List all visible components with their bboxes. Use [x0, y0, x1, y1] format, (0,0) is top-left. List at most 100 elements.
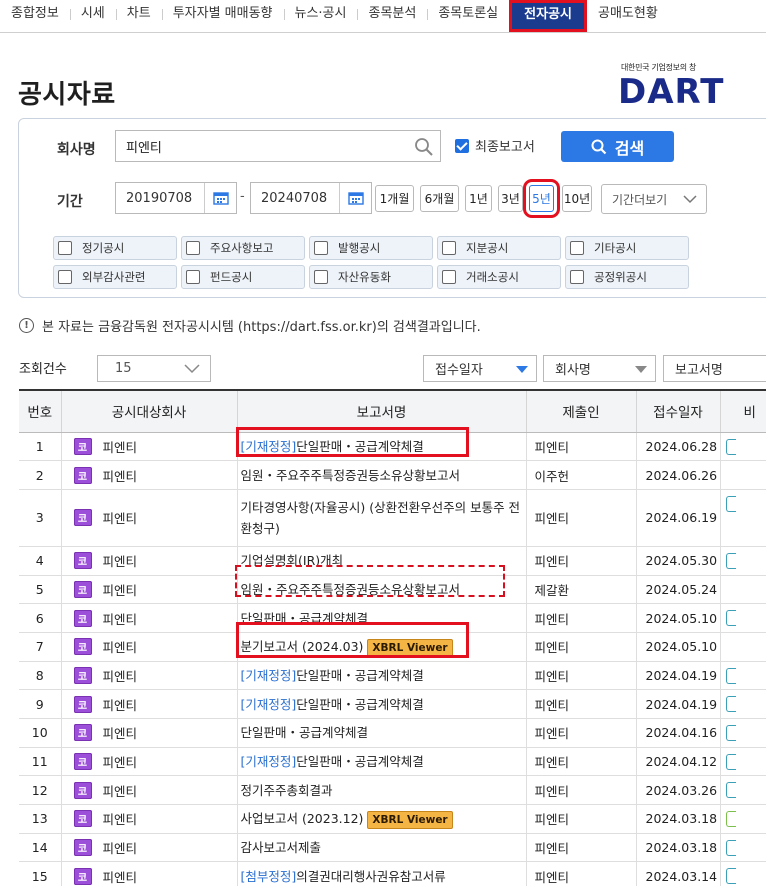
- calendar-icon[interactable]: [204, 183, 236, 213]
- report-name-link[interactable]: 단일판매・공급계약체결: [236, 603, 526, 633]
- disclosure-type-checkbox[interactable]: 주요사항보고: [181, 236, 305, 260]
- company-cell[interactable]: 코 피엔티: [60, 632, 237, 662]
- company-cell[interactable]: 코 피엔티: [60, 861, 237, 886]
- company-cell[interactable]: 코 피엔티: [60, 689, 237, 719]
- checkbox-icon[interactable]: [442, 270, 456, 284]
- start-date-input[interactable]: [116, 183, 204, 213]
- kosdaq-badge-icon: 코: [73, 753, 92, 771]
- company-name-link[interactable]: 피엔티: [103, 784, 138, 799]
- company-name-link[interactable]: 피엔티: [103, 612, 138, 627]
- company-name-link[interactable]: 피엔티: [103, 440, 138, 455]
- top-nav-tab[interactable]: 뉴스·공시: [283, 0, 358, 28]
- latest-report-check-icon[interactable]: [455, 138, 469, 153]
- company-name-link[interactable]: 피엔티: [103, 698, 138, 713]
- search-button[interactable]: 검색: [561, 131, 674, 162]
- period-button[interactable]: 6개월: [420, 185, 459, 212]
- period-button[interactable]: 10년: [562, 185, 592, 212]
- report-name-link[interactable]: [기재정정]단일판매・공급계약체결: [236, 747, 526, 777]
- checkbox-icon[interactable]: [186, 270, 200, 284]
- company-cell[interactable]: 코 피엔티: [60, 489, 237, 547]
- company-name-link[interactable]: 피엔티: [103, 870, 138, 885]
- checkbox-icon[interactable]: [442, 241, 456, 255]
- report-name-link[interactable]: 분기보고서 (2024.03) XBRL Viewer: [236, 632, 526, 662]
- period-button[interactable]: 5년: [523, 179, 560, 218]
- top-nav-tab[interactable]: 종합정보: [0, 0, 70, 28]
- company-cell[interactable]: 코 피엔티: [60, 718, 237, 748]
- top-nav-tab[interactable]: 시세: [69, 0, 116, 28]
- company-name-link[interactable]: 피엔티: [103, 554, 138, 569]
- company-name-link[interactable]: 피엔티: [103, 755, 138, 770]
- company-name-link[interactable]: 피엔티: [103, 726, 138, 741]
- report-name-link[interactable]: [첨부정정]의결권대리행사권유참고서류: [236, 861, 526, 886]
- disclosure-type-checkbox[interactable]: 거래소공시: [437, 265, 561, 289]
- xbrl-viewer-button[interactable]: XBRL Viewer: [367, 810, 453, 829]
- top-nav-tab[interactable]: 종목분석: [357, 0, 427, 28]
- xbrl-viewer-button[interactable]: XBRL Viewer: [367, 638, 453, 657]
- company-cell[interactable]: 코 피엔티: [60, 546, 237, 576]
- disclosure-type-checkbox[interactable]: 정기공시: [53, 236, 177, 260]
- search-icon[interactable]: [414, 137, 434, 161]
- company-name-link[interactable]: 피엔티: [103, 511, 138, 526]
- top-nav-tab[interactable]: 공매도현황: [587, 0, 669, 28]
- company-cell[interactable]: 코 피엔티: [60, 603, 237, 633]
- checkbox-icon[interactable]: [58, 241, 72, 255]
- company-cell[interactable]: 코 피엔티: [60, 833, 237, 863]
- company-name-link[interactable]: 피엔티: [103, 841, 138, 856]
- checkbox-icon[interactable]: [186, 241, 200, 255]
- report-name-link[interactable]: [기재정정]단일판매・공급계약체결: [236, 689, 526, 719]
- disclosure-type-checkbox[interactable]: 지분공시: [437, 236, 561, 260]
- company-name-link[interactable]: 피엔티: [103, 812, 138, 827]
- company-name-link[interactable]: 피엔티: [103, 469, 138, 484]
- count-select[interactable]: 15: [97, 355, 211, 382]
- report-name-link[interactable]: 정기주주총회결과: [236, 775, 526, 806]
- more-period-select[interactable]: 기간더보기: [601, 184, 707, 214]
- company-cell[interactable]: 코 피엔티: [60, 775, 237, 806]
- company-name-input[interactable]: [116, 131, 396, 161]
- company-cell[interactable]: 코 피엔티: [60, 575, 237, 605]
- checkbox-icon[interactable]: [570, 270, 584, 284]
- dart-logo[interactable]: 대한민국 기업정보의 창 DART: [618, 62, 766, 112]
- latest-report-checkbox[interactable]: 최종보고서: [455, 136, 535, 155]
- report-name-link[interactable]: 감사보고서제출: [236, 833, 526, 863]
- checkbox-icon[interactable]: [58, 270, 72, 284]
- table-row: 5 코 피엔티 임원・주요주주특정증권등소유상황보고서 제갈환 2024.05.24: [19, 575, 766, 605]
- row-number: 5: [19, 575, 61, 605]
- company-cell[interactable]: 코 피엔티: [60, 804, 237, 834]
- report-name-link[interactable]: 임원・주요주주특정증권등소유상황보고서: [236, 575, 526, 605]
- report-name-link[interactable]: 기타경영사항(자율공시) (상환전환우선주의 보통주 전환청구): [236, 489, 526, 547]
- top-nav-tab[interactable]: 전자공시: [509, 0, 587, 32]
- company-name-link[interactable]: 피엔티: [103, 669, 138, 684]
- company-cell[interactable]: 코 피엔티: [60, 432, 237, 462]
- period-button[interactable]: 1개월: [375, 185, 414, 212]
- period-button[interactable]: 3년: [498, 185, 523, 212]
- report-name-link[interactable]: 단일판매・공급계약체결: [236, 718, 526, 748]
- company-name-link[interactable]: 피엔티: [103, 583, 138, 598]
- company-name-link[interactable]: 피엔티: [103, 640, 138, 655]
- top-nav-tab[interactable]: 차트: [115, 0, 162, 28]
- checkbox-icon[interactable]: [570, 241, 584, 255]
- end-date-input[interactable]: [251, 183, 339, 213]
- disclosure-type-checkbox[interactable]: 펀드공시: [181, 265, 305, 289]
- disclosure-type-checkbox[interactable]: 기타공시: [565, 236, 689, 260]
- disclosure-type-checkbox[interactable]: 발행공시: [309, 236, 433, 260]
- disclosure-type-checkbox[interactable]: 자산유동화: [309, 265, 433, 289]
- checkbox-icon[interactable]: [314, 241, 328, 255]
- disclosure-type-checkbox[interactable]: 외부감사관련: [53, 265, 177, 289]
- report-name-link[interactable]: 기업설명회(IR)개최: [236, 546, 526, 576]
- period-button[interactable]: 1년: [465, 185, 492, 212]
- report-name-link[interactable]: 사업보고서 (2023.12) XBRL Viewer: [236, 804, 526, 834]
- sort-by-date-button[interactable]: 접수일자: [423, 355, 537, 382]
- sort-by-company-button[interactable]: 회사명: [543, 355, 656, 382]
- report-name-link[interactable]: [기재정정]단일판매・공급계약체결: [236, 661, 526, 691]
- report-name-link[interactable]: [기재정정]단일판매・공급계약체결: [236, 432, 526, 462]
- sort-by-report-button[interactable]: 보고서명: [663, 355, 766, 382]
- top-nav-tab[interactable]: 종목토론실: [427, 0, 509, 28]
- disclosure-type-checkbox[interactable]: 공정위공시: [565, 265, 689, 289]
- checkbox-icon[interactable]: [314, 270, 328, 284]
- company-cell[interactable]: 코 피엔티: [60, 661, 237, 691]
- top-nav-tab[interactable]: 투자자별 매매동향: [161, 0, 284, 28]
- company-cell[interactable]: 코 피엔티: [60, 460, 237, 490]
- report-name-link[interactable]: 임원・주요주주특정증권등소유상황보고서: [236, 460, 526, 490]
- calendar-icon[interactable]: [339, 183, 371, 213]
- company-cell[interactable]: 코 피엔티: [60, 747, 237, 777]
